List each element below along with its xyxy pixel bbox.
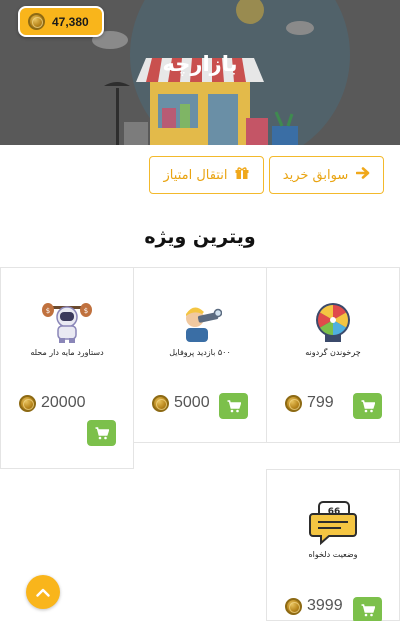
product-name: دستاورد مایه دار محله: [30, 348, 104, 357]
coin-icon: [152, 394, 169, 412]
purchase-history-button[interactable]: سوابق خرید: [269, 156, 384, 194]
page-title: بازارچه: [162, 52, 238, 76]
add-to-cart-button[interactable]: [353, 393, 382, 419]
astronaut-money-icon: $ $: [42, 303, 92, 343]
product-card[interactable]: چرخوندن گردونه 799: [266, 267, 400, 443]
scroll-to-top-button[interactable]: [26, 575, 60, 609]
product-name: ۵۰۰ بازدید پروفایل: [169, 348, 231, 357]
product-price: 799: [285, 394, 334, 412]
cart-icon: [361, 399, 375, 412]
cart-icon: [227, 399, 241, 412]
product-price-value: 5000: [174, 394, 210, 411]
add-to-cart-button[interactable]: [353, 597, 382, 621]
add-to-cart-button[interactable]: [87, 420, 116, 446]
product-price: 5000: [152, 394, 210, 412]
telescope-boy-icon: [186, 307, 222, 342]
coin-balance-value: 47,380: [52, 14, 89, 29]
showcase-title: ویترین ویژه: [144, 226, 256, 248]
product-card[interactable]: ۵۰۰ بازدید پروفایل 5000: [133, 267, 267, 443]
product-price: 20000: [19, 394, 86, 412]
svg-text:$: $: [84, 307, 88, 315]
product-price-value: 3999: [307, 597, 343, 614]
marketplace-page: بازارچه 47,380 سوابق خرید انتقال امتیاز …: [0, 0, 400, 621]
product-name: چرخوندن گردونه: [305, 348, 361, 357]
add-to-cart-button[interactable]: [219, 393, 248, 419]
speech-bubble-icon: 66: [309, 501, 357, 546]
coin-icon: [285, 597, 302, 615]
purchase-history-label: سوابق خرید: [282, 167, 349, 183]
coin-balance[interactable]: 47,380: [18, 6, 104, 37]
transfer-points-label: انتقال امتیاز: [163, 167, 228, 183]
product-name: وضعیت دلخواه: [308, 550, 358, 559]
transfer-points-button[interactable]: انتقال امتیاز: [149, 156, 264, 194]
wheel-icon: [316, 303, 350, 342]
coin-icon: [19, 394, 36, 412]
cart-icon: [361, 603, 375, 616]
coin-icon: [285, 394, 302, 412]
coin-icon: [28, 13, 45, 30]
product-card[interactable]: $ $ دستاورد مایه دار محله 20000: [0, 267, 134, 469]
product-price-value: 799: [307, 394, 334, 411]
svg-text:$: $: [46, 307, 50, 315]
chevron-up-icon: [36, 588, 50, 597]
arrow-right-icon: [355, 167, 370, 183]
product-price: 3999: [285, 597, 343, 615]
cart-icon: [95, 426, 109, 439]
product-card[interactable]: 66 وضعیت دلخواه 3999: [266, 469, 400, 621]
gift-icon: [235, 166, 249, 184]
product-price-value: 20000: [41, 394, 86, 411]
